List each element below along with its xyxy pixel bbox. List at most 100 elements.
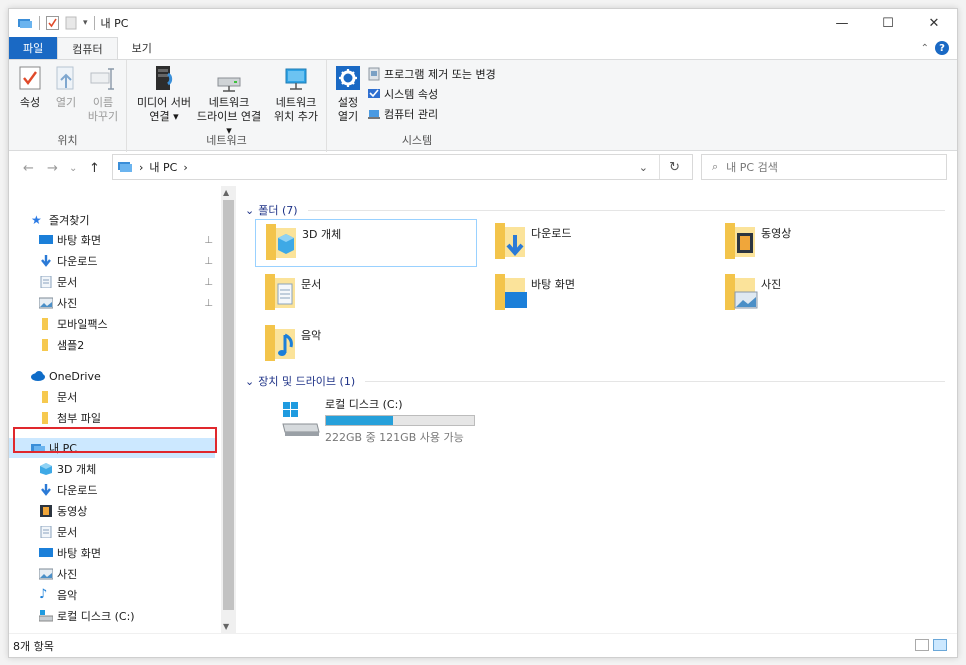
folder-icon xyxy=(42,339,48,351)
tab-file[interactable]: 파일 xyxy=(9,37,58,59)
video-film-icon xyxy=(40,505,52,517)
folder-tile-downloads[interactable]: 다운로드 xyxy=(485,219,707,267)
sidebar-item-pc-downloads[interactable]: 다운로드 xyxy=(9,480,219,500)
pictures-icon xyxy=(39,568,53,580)
media-server-button[interactable]: 미디어 서버 연결 ▾ xyxy=(133,64,195,124)
folders-section-header[interactable]: ⌄ 폴더 (7) xyxy=(245,202,945,218)
address-dropdown-icon[interactable]: ⌄ xyxy=(639,161,648,174)
collapse-chevron-icon: ⌄ xyxy=(245,203,255,217)
forward-button[interactable]: → xyxy=(47,161,58,176)
navigation-pane-scrollbar[interactable]: ▲ ▼ xyxy=(221,186,236,634)
address-trail-separator[interactable]: › xyxy=(183,161,187,174)
minimize-button[interactable]: — xyxy=(819,9,865,37)
pin-icon: ⊥ xyxy=(204,255,213,267)
details-view-button[interactable] xyxy=(915,639,929,651)
properties-button[interactable]: 속성 xyxy=(15,64,45,110)
open-button[interactable]: 열기 xyxy=(49,64,83,110)
sidebar-item-pictures[interactable]: 사진 ⊥ xyxy=(9,293,219,313)
tab-view[interactable]: 보기 xyxy=(118,37,166,59)
sidebar-item-pc-desktop[interactable]: 바탕 화면 xyxy=(9,543,219,563)
sidebar-item-onedrive[interactable]: OneDrive xyxy=(9,366,219,386)
group-location: 속성 열기 이름 바꾸기 위치 xyxy=(9,60,127,152)
sidebar-item-pc-pictures[interactable]: 사진 xyxy=(9,564,219,584)
search-input[interactable]: ⌕ 내 PC 검색 xyxy=(701,154,947,180)
3d-objects-folder-icon xyxy=(266,224,296,260)
address-separator[interactable]: › xyxy=(139,161,143,174)
view-buttons xyxy=(915,639,947,651)
scroll-down-icon[interactable]: ▼ xyxy=(223,622,229,631)
large-icons-view-button[interactable] xyxy=(933,639,947,651)
devices-section-header[interactable]: ⌄ 장치 및 드라이브 (1) xyxy=(245,373,945,389)
address-path[interactable]: 내 PC xyxy=(149,159,177,175)
refresh-button[interactable]: ↻ xyxy=(669,160,680,175)
sidebar-item-sample2[interactable]: 샘플2 xyxy=(9,335,219,355)
ribbon: 속성 열기 이름 바꾸기 위치 미디어 서버 연결 ▾ 네트워크 드라이브 연결… xyxy=(9,59,957,152)
sidebar-item-mobile-fax[interactable]: 모바일팩스 xyxy=(9,314,219,334)
recent-locations-button[interactable]: ⌄ xyxy=(69,163,77,174)
address-bar[interactable]: › 내 PC › ⌄ ↻ xyxy=(112,154,693,180)
music-note-icon: ♪ xyxy=(39,587,48,602)
title-bar: ▾ 내 PC — ☐ ✕ xyxy=(9,9,957,37)
window-controls: — ☐ ✕ xyxy=(819,9,957,37)
ribbon-collapse-icon[interactable]: ⌃ xyxy=(921,43,929,54)
sidebar-item-3d-objects[interactable]: 3D 개체 xyxy=(9,459,219,479)
collapse-chevron-icon: ⌄ xyxy=(245,374,255,388)
network-location-icon xyxy=(285,68,307,90)
folder-tile-videos[interactable]: 동영상 xyxy=(715,219,937,267)
group-system: 설정 열기 프로그램 제거 또는 변경 시스템 속성 컴퓨터 관리 시스템 xyxy=(327,60,507,152)
close-button[interactable]: ✕ xyxy=(911,9,957,37)
help-icon[interactable]: ? xyxy=(935,41,949,55)
map-network-drive-button[interactable]: 네트워크 드라이브 연결 ▾ xyxy=(193,64,265,138)
qat-dropdown-icon[interactable]: ▾ xyxy=(83,18,88,28)
sidebar-item-onedrive-documents[interactable]: 문서 xyxy=(9,387,219,407)
computer-management-icon xyxy=(368,110,380,119)
scroll-up-icon[interactable]: ▲ xyxy=(223,188,229,197)
address-divider xyxy=(659,155,660,179)
pictures-folder-icon xyxy=(725,274,758,310)
sidebar-item-videos[interactable]: 동영상 xyxy=(9,501,219,521)
system-properties-button[interactable]: 시스템 속성 xyxy=(367,86,438,102)
item-count: 8개 항목 xyxy=(13,639,54,653)
rename-button[interactable]: 이름 바꾸기 xyxy=(85,64,121,124)
drive-usage-bar xyxy=(325,415,475,426)
properties-qat-icon[interactable] xyxy=(46,16,59,30)
download-arrow-icon xyxy=(41,255,51,267)
group-network-label: 네트워크 xyxy=(206,134,247,147)
desktop-folder-icon xyxy=(495,274,527,310)
sidebar-item-attachments[interactable]: 첨부 파일 xyxy=(9,408,219,428)
scrollbar-thumb[interactable] xyxy=(223,200,234,610)
sidebar-item-pc-documents[interactable]: 문서 xyxy=(9,522,219,542)
pin-icon: ⊥ xyxy=(204,297,213,309)
back-button[interactable]: ← xyxy=(23,161,34,176)
sidebar-item-local-disk[interactable]: 로컬 디스크 (C:) xyxy=(9,606,219,626)
open-settings-button[interactable]: 설정 열기 xyxy=(333,64,363,124)
sidebar-item-quick-access[interactable]: ★ 즐겨찾기 xyxy=(9,210,219,230)
folder-tile-3d-objects[interactable]: 3D 개체 xyxy=(255,219,477,267)
sidebar-item-downloads[interactable]: 다운로드 ⊥ xyxy=(9,251,219,271)
up-button[interactable]: ↑ xyxy=(89,161,100,176)
computer-management-button[interactable]: 컴퓨터 관리 xyxy=(367,106,438,122)
sidebar-item-desktop[interactable]: 바탕 화면 ⊥ xyxy=(9,230,219,250)
tab-computer[interactable]: 컴퓨터 xyxy=(57,37,118,59)
pin-icon: ⊥ xyxy=(204,234,213,246)
folder-tile-music[interactable]: 음악 xyxy=(255,321,477,369)
section-divider xyxy=(307,209,945,211)
add-network-location-button[interactable]: 네트워크 위치 추가 xyxy=(267,64,325,124)
new-folder-qat-icon[interactable] xyxy=(65,16,77,30)
folder-tile-documents[interactable]: 문서 xyxy=(255,270,477,318)
content-area: ⌄ 폴더 (7) 3D 개체 다운로드 동영상 문서 바탕 화면 사진 음악 ⌄… xyxy=(241,186,953,634)
media-server-icon xyxy=(156,66,173,90)
maximize-button[interactable]: ☐ xyxy=(865,9,911,37)
documents-icon xyxy=(40,526,52,538)
folder-tile-pictures[interactable]: 사진 xyxy=(715,270,937,318)
open-icon xyxy=(56,66,74,90)
sidebar-item-documents[interactable]: 문서 ⊥ xyxy=(9,272,219,292)
folder-tile-desktop[interactable]: 바탕 화면 xyxy=(485,270,707,318)
drive-tile-local-disk[interactable]: 로컬 디스크 (C:) 222GB 중 121GB 사용 가능 xyxy=(281,396,501,446)
uninstall-icon xyxy=(368,67,380,81)
sidebar-item-music[interactable]: ♪ 음악 xyxy=(9,585,219,605)
navigation-row: ← → ⌄ ↑ › 내 PC › ⌄ ↻ ⌕ 내 PC 검색 xyxy=(9,151,957,185)
window-title: 내 PC xyxy=(100,17,129,30)
uninstall-program-button[interactable]: 프로그램 제거 또는 변경 xyxy=(367,66,496,82)
rename-icon xyxy=(90,68,114,90)
